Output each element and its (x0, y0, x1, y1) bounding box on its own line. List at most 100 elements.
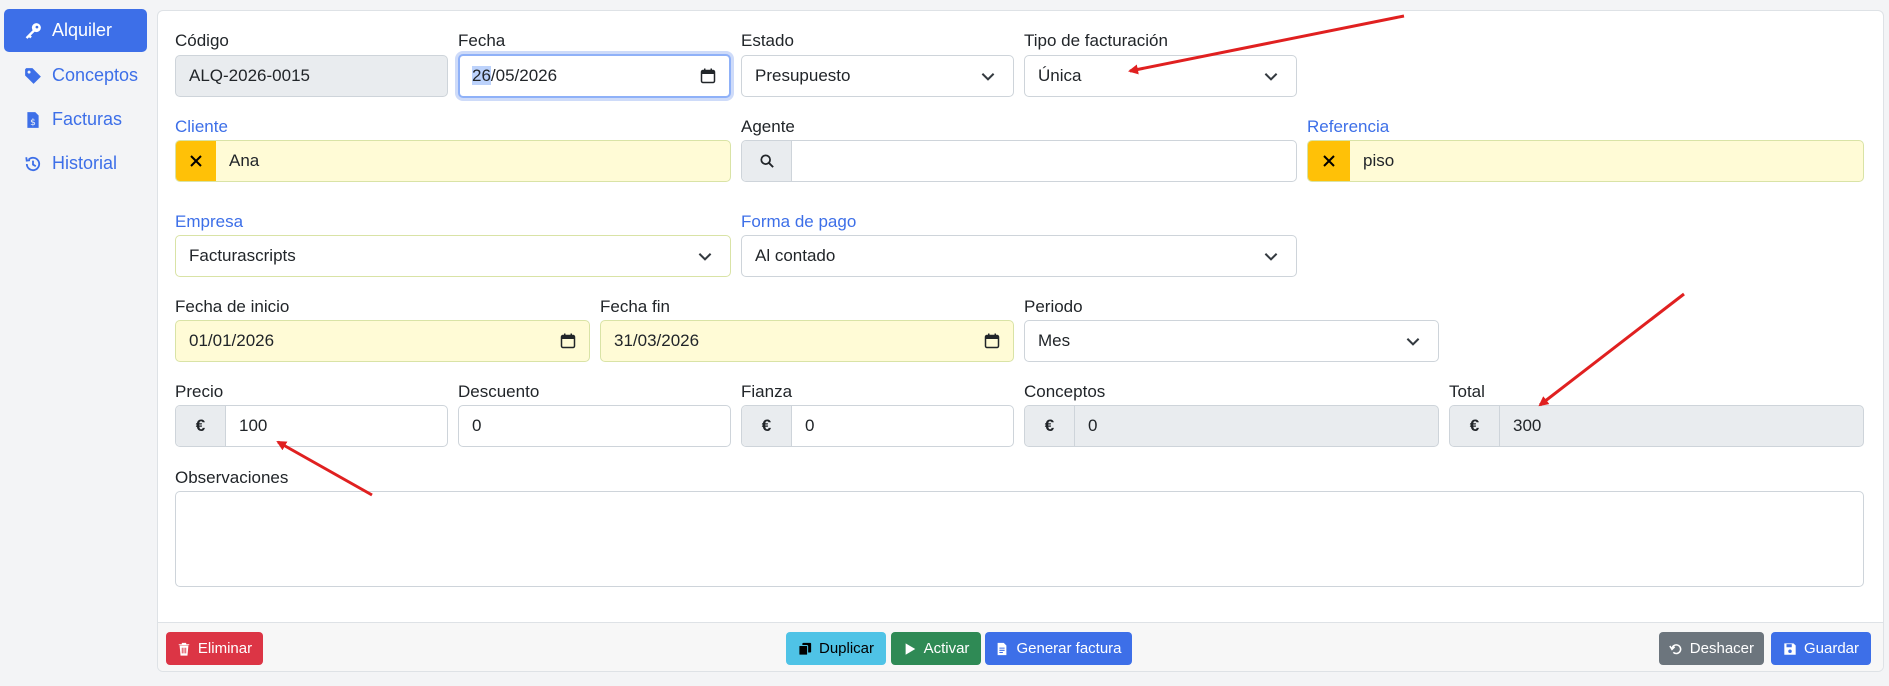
fecha-label: Fecha (458, 31, 506, 50)
trash-icon (178, 642, 190, 656)
sidebar-item-alquiler[interactable]: Alquiler (4, 9, 147, 52)
deshacer-button[interactable]: Deshacer (1659, 632, 1764, 665)
fecha-inicio-value: 01/01/2026 (189, 331, 275, 350)
fianza-value: 0 (805, 416, 815, 435)
fianza-label: Fianza (741, 382, 793, 401)
observaciones-textarea[interactable] (175, 491, 1864, 587)
sidebar-item-historial[interactable]: Historial (4, 142, 147, 185)
sidebar-item-label: Historial (52, 153, 118, 173)
generar-factura-label: Generar factura (1016, 640, 1122, 657)
eliminar-button[interactable]: Eliminar (166, 632, 263, 665)
empresa-label[interactable]: Empresa (175, 212, 243, 232)
sidebar-item-facturas[interactable]: $ Facturas (4, 98, 147, 141)
tipo-facturacion-label: Tipo de facturación (1024, 31, 1168, 50)
guardar-button[interactable]: Guardar (1771, 632, 1871, 665)
fianza-field[interactable]: € 0 (741, 405, 1014, 447)
codigo-field[interactable]: ALQ-2026-0015 (175, 55, 448, 97)
calendar-icon[interactable] (700, 68, 716, 84)
history-icon (22, 153, 44, 175)
form-footer: Eliminar Duplicar Activar Generar factur… (158, 622, 1883, 671)
euro-icon: € (176, 406, 226, 446)
close-icon (1322, 155, 1335, 167)
generar-factura-button[interactable]: Generar factura (985, 632, 1132, 665)
codigo-value: ALQ-2026-0015 (189, 66, 310, 85)
fecha-date-input[interactable]: 26/05/2026 (458, 54, 731, 98)
empresa-select[interactable]: Facturascripts (175, 235, 731, 277)
precio-label: Precio (175, 382, 224, 401)
fecha-selected-segment: 26 (472, 66, 491, 85)
descuento-value: 0 (472, 416, 482, 435)
conceptos-value: 0 (1088, 416, 1098, 435)
estado-value: Presupuesto (755, 66, 851, 85)
chevron-down-icon (698, 253, 712, 261)
total-label: Total (1449, 382, 1485, 401)
sidebar-item-label: Conceptos (52, 65, 139, 85)
clear-referencia-button[interactable] (1308, 141, 1350, 181)
tags-icon (22, 65, 44, 87)
deshacer-label: Deshacer (1689, 640, 1754, 657)
fecha-fin-date-input[interactable]: 31/03/2026 (600, 320, 1014, 362)
conceptos-field: € 0 (1024, 405, 1439, 447)
referencia-value: piso (1363, 151, 1395, 170)
total-value: 300 (1513, 416, 1542, 435)
periodo-value: Mes (1038, 331, 1071, 350)
close-icon (189, 155, 202, 167)
svg-text:$: $ (30, 118, 36, 128)
cliente-field[interactable]: Ana (175, 140, 731, 182)
estado-label: Estado (741, 31, 794, 50)
fecha-inicio-label: Fecha de inicio (175, 297, 290, 316)
guardar-label: Guardar (1803, 640, 1860, 657)
play-icon (905, 642, 915, 655)
estado-select[interactable]: Presupuesto (741, 55, 1014, 97)
eliminar-label: Eliminar (197, 640, 253, 657)
key-icon (22, 20, 44, 42)
descuento-label: Descuento (458, 382, 540, 401)
chevron-down-icon (1406, 338, 1420, 346)
periodo-select[interactable]: Mes (1024, 320, 1439, 362)
rental-form-card: Código ALQ-2026-0015 Fecha 26/05/2026 Es… (157, 10, 1884, 672)
euro-icon: € (1025, 406, 1075, 446)
precio-value: 100 (239, 416, 268, 435)
duplicar-label: Duplicar (818, 640, 875, 657)
empresa-value: Facturascripts (189, 246, 296, 265)
duplicar-button[interactable]: Duplicar (786, 632, 886, 665)
fecha-fin-label: Fecha fin (600, 297, 670, 316)
codigo-label: Código (175, 31, 229, 50)
forma-pago-select[interactable]: Al contado (741, 235, 1297, 277)
save-icon (1784, 642, 1796, 655)
referencia-label[interactable]: Referencia (1307, 117, 1389, 137)
sidebar-item-conceptos[interactable]: Conceptos (4, 54, 147, 97)
fecha-fin-value: 31/03/2026 (614, 331, 700, 350)
fecha-inicio-date-input[interactable]: 01/01/2026 (175, 320, 590, 362)
tipo-facturacion-select[interactable]: Única (1024, 55, 1297, 97)
activar-button[interactable]: Activar (891, 632, 981, 665)
agente-label: Agente (741, 117, 795, 136)
chevron-down-icon (1264, 73, 1278, 81)
sidebar-item-label: Alquiler (52, 20, 113, 40)
file-invoice-icon (998, 642, 1007, 655)
calendar-icon[interactable] (984, 333, 1000, 349)
forma-pago-value: Al contado (755, 246, 836, 265)
undo-icon (1669, 643, 1682, 654)
invoice-icon: $ (22, 109, 44, 131)
forma-pago-label[interactable]: Forma de pago (741, 212, 856, 232)
observaciones-label: Observaciones (175, 468, 289, 487)
descuento-field[interactable]: 0 (458, 405, 731, 447)
cliente-label[interactable]: Cliente (175, 117, 228, 137)
calendar-icon[interactable] (560, 333, 576, 349)
total-field: € 300 (1449, 405, 1864, 447)
activar-label: Activar (923, 640, 970, 657)
cliente-value: Ana (229, 151, 260, 170)
copy-icon (798, 642, 812, 656)
chevron-down-icon (981, 73, 995, 81)
agente-field[interactable] (741, 140, 1297, 182)
search-icon (759, 154, 774, 168)
sidebar-item-label: Facturas (52, 109, 123, 129)
conceptos-label: Conceptos (1024, 382, 1106, 401)
search-agente-button[interactable] (742, 141, 792, 181)
chevron-down-icon (1264, 253, 1278, 261)
precio-field[interactable]: € 100 (175, 405, 448, 447)
clear-cliente-button[interactable] (176, 141, 216, 181)
euro-icon: € (1450, 406, 1500, 446)
referencia-field[interactable]: piso (1307, 140, 1864, 182)
